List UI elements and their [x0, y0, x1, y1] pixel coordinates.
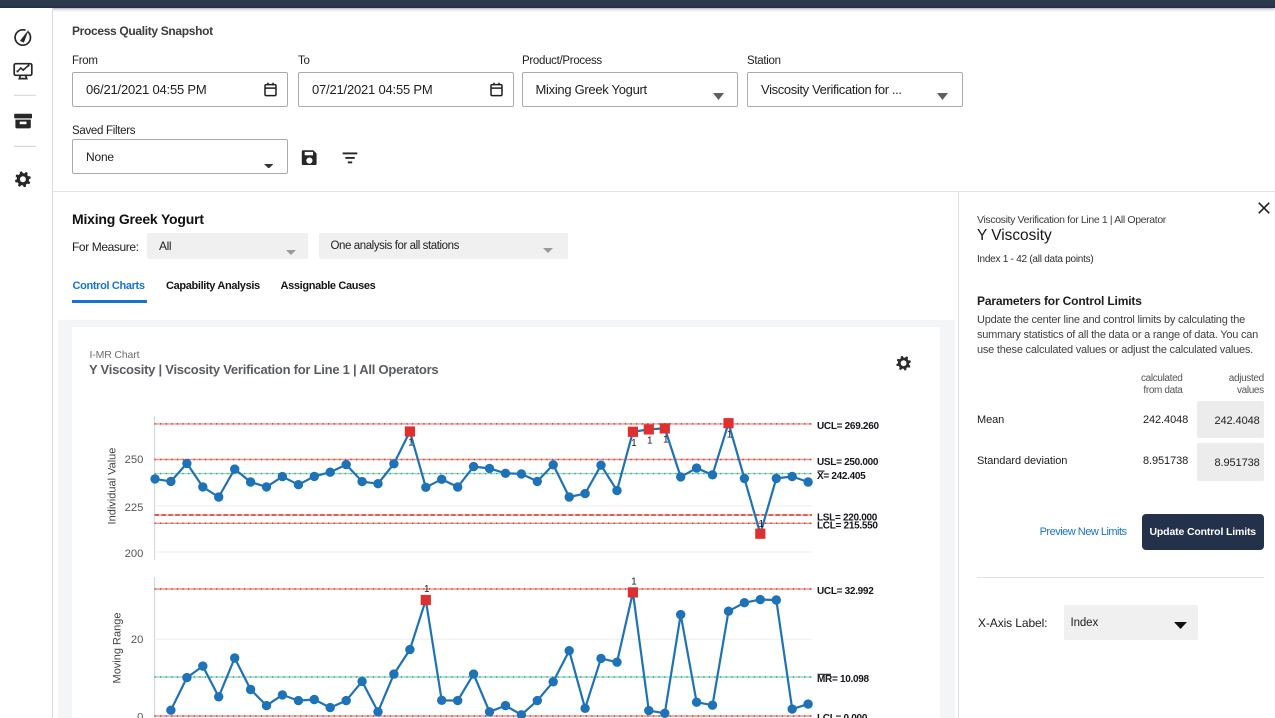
svg-text:Moving Range: Moving Range [112, 613, 124, 684]
svg-text:0: 0 [137, 712, 143, 718]
svg-text:UCL= 269.260: UCL= 269.260 [817, 421, 879, 432]
svg-text:1: 1 [631, 577, 637, 588]
svg-text:MR= 10.098: MR= 10.098 [817, 674, 869, 685]
svg-text:1: 1 [424, 584, 430, 595]
svg-text:200: 200 [125, 548, 144, 560]
svg-text:1: 1 [408, 438, 414, 449]
svg-text:1: 1 [727, 429, 733, 440]
svg-text:225: 225 [125, 502, 144, 514]
svg-text:20: 20 [131, 634, 143, 646]
svg-text:UCL= 32.992: UCL= 32.992 [817, 586, 874, 597]
svg-text:250: 250 [125, 454, 144, 466]
svg-text:1: 1 [631, 438, 637, 449]
svg-text:1: 1 [663, 435, 669, 446]
svg-text:1: 1 [759, 519, 765, 530]
svg-text:Individual Value: Individual Value [107, 448, 119, 525]
svg-text:LCL= 215.550: LCL= 215.550 [817, 521, 878, 532]
svg-text:X= 242.405: X= 242.405 [817, 471, 866, 482]
svg-text:LCL= 0.000: LCL= 0.000 [817, 713, 868, 718]
svg-text:1: 1 [647, 436, 653, 447]
svg-text:USL= 250.000: USL= 250.000 [817, 457, 879, 468]
